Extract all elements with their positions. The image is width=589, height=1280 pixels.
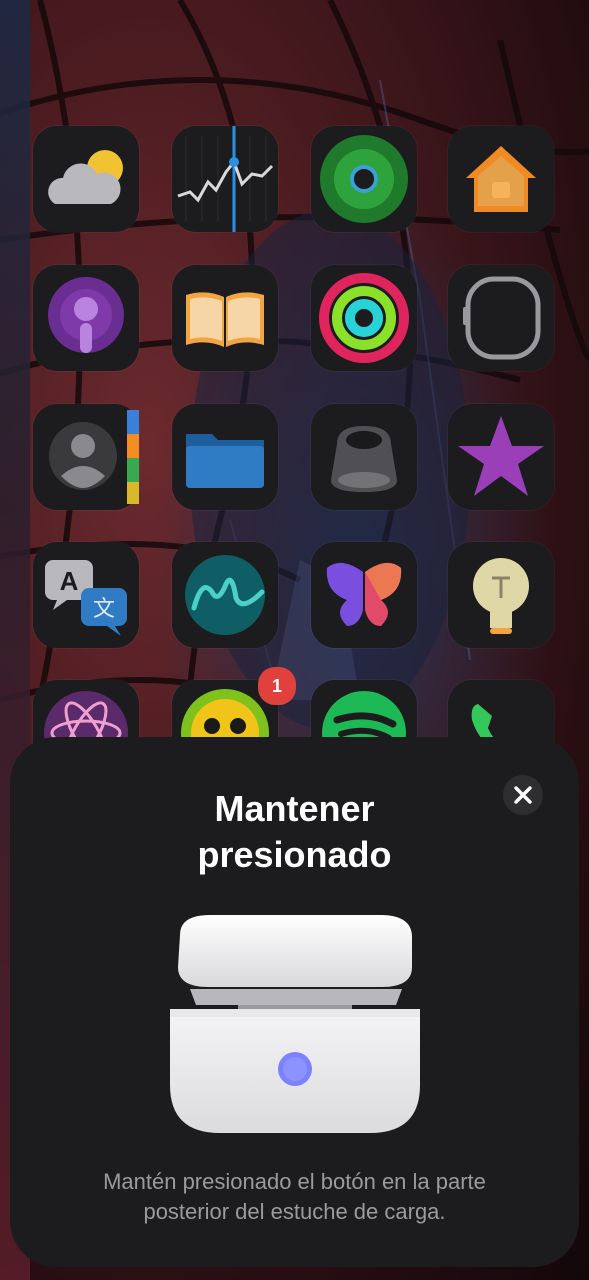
- sheet-title-line1: Mantener: [214, 788, 375, 829]
- sheet-title: Mantener presionado: [0, 786, 589, 878]
- notification-badge: 1: [258, 667, 296, 705]
- star-icon: [458, 416, 544, 496]
- airpods-case-image: [160, 905, 430, 1150]
- app-podcasts[interactable]: [33, 265, 139, 371]
- contacts-icon: [49, 410, 139, 504]
- app-translate[interactable]: A 文: [33, 542, 139, 648]
- ear-tip-icon: [331, 426, 397, 492]
- sheet-description: Mantén presionado el botón en la parte p…: [0, 1167, 589, 1227]
- app-weather[interactable]: [33, 126, 139, 232]
- app-itunes-store[interactable]: [448, 404, 554, 510]
- translate-icon: A 文: [45, 560, 127, 636]
- fitness-rings-icon: [319, 273, 409, 363]
- watch-icon: [463, 276, 541, 360]
- books-icon: [186, 292, 264, 347]
- svg-text:A: A: [60, 566, 79, 596]
- description-line2: posterior del estuche de carga.: [143, 1199, 446, 1224]
- freeform-icon: [185, 555, 265, 635]
- app-books[interactable]: [172, 265, 278, 371]
- app-home[interactable]: [448, 126, 554, 232]
- svg-text:文: 文: [93, 597, 115, 622]
- app-contacts[interactable]: [33, 404, 139, 510]
- app-freeform[interactable]: [172, 542, 278, 648]
- app-watch[interactable]: [448, 265, 554, 371]
- app-files[interactable]: [172, 404, 278, 510]
- app-find-my[interactable]: [311, 126, 417, 232]
- weather-icon: [48, 150, 123, 204]
- app-fitness[interactable]: [311, 265, 417, 371]
- app-airpods-ear-tip[interactable]: [311, 404, 417, 510]
- files-icon: [186, 434, 264, 488]
- app-shortcuts-butterfly[interactable]: [311, 542, 417, 648]
- app-tips[interactable]: [448, 542, 554, 648]
- description-line1: Mantén presionado el botón en la parte: [103, 1169, 486, 1194]
- home-icon: [466, 146, 536, 212]
- podcasts-icon: [48, 277, 124, 353]
- find-my-icon: [320, 135, 408, 223]
- sheet-title-line2: presionado: [197, 834, 392, 875]
- lightbulb-icon: [473, 558, 529, 634]
- butterfly-icon: [326, 562, 402, 626]
- app-stocks[interactable]: [172, 126, 278, 232]
- stocks-icon: [177, 126, 274, 232]
